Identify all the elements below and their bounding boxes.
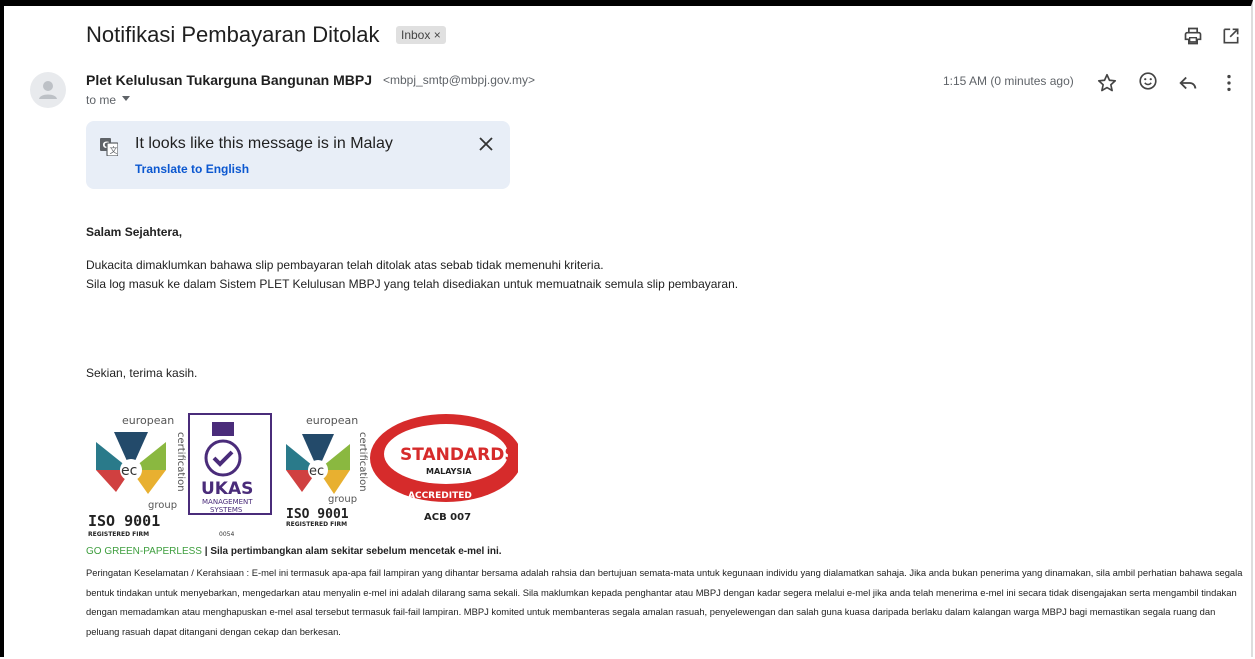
ukas-text: UKAS [201, 479, 253, 499]
translate-banner: G 文 It looks like this message is in Mal… [86, 121, 510, 189]
body-paragraph-2: Sila log masuk ke dalam Sistem PLET Kelu… [86, 277, 739, 291]
iso1-sub: REGISTERED FIRM [88, 531, 149, 538]
body-paragraph-1: Dukacita dimaklumkan bahawa slip pembaya… [86, 258, 604, 272]
iso2-text: ISO 9001 [286, 507, 349, 522]
translate-to-english-link[interactable]: Translate to English [135, 162, 249, 176]
accredited-text: ACCREDITED [408, 491, 472, 501]
chevron-down-icon[interactable] [122, 96, 130, 101]
star-icon[interactable] [1096, 72, 1118, 94]
close-icon[interactable] [478, 136, 494, 152]
ukas-num: 0054 [219, 531, 234, 538]
ec1-group-text: group [148, 500, 177, 511]
svg-text:ec: ec [309, 464, 324, 479]
svg-text:文: 文 [110, 145, 118, 155]
iso2-sub: REGISTERED FIRM [286, 521, 347, 528]
ukas-sub1: MANAGEMENT [202, 498, 253, 506]
open-in-new-icon[interactable] [1221, 26, 1241, 46]
iso1-text: ISO 9001 [88, 512, 160, 530]
go-green-label: GO GREEN-PAPERLESS [86, 546, 202, 557]
recipient-label[interactable]: to me [86, 93, 116, 107]
ec2-top-text: european [306, 414, 358, 427]
translate-icon: G 文 [100, 138, 118, 156]
emoji-icon[interactable] [1137, 70, 1159, 92]
standards-text: STANDARDS [400, 445, 517, 465]
green-note: Sila pertimbangkan alam sekitar sebelum … [210, 546, 502, 557]
print-icon[interactable] [1183, 26, 1203, 46]
reply-icon[interactable] [1177, 72, 1199, 94]
certification-logos: european ec certification group ISO 9001… [86, 412, 518, 538]
ec2-side-text: certification [357, 432, 368, 492]
sender-name: Plet Kelulusan Tukarguna Bangunan MBPJ [86, 72, 373, 88]
ec1-top-text: european [122, 414, 174, 427]
acb-text: ACB 007 [424, 512, 471, 523]
ukas-sub2: SYSTEMS [210, 506, 243, 514]
window-frame [0, 0, 1253, 657]
sender-email: <mbpj_smtp@mbpj.gov.my> [383, 73, 536, 87]
confidentiality-warning: Peringatan Keselamatan / Kerahsiaan : E-… [86, 567, 1243, 637]
greeting: Salam Sejahtera, [86, 225, 183, 239]
malaysia-text: MALAYSIA [426, 467, 472, 476]
svg-text:ec: ec [121, 463, 137, 479]
email-timestamp: 1:15 AM (0 minutes ago) [943, 74, 1074, 88]
ec1-side-text: certification [175, 432, 186, 492]
translate-message: It looks like this message is in Malay [135, 135, 393, 152]
avatar-icon [39, 81, 57, 99]
closing-line: Sekian, terima kasih. [86, 366, 198, 380]
sender-avatar[interactable] [30, 72, 66, 108]
green-notice: GO GREEN-PAPERLESS | Sila pertimbangkan … [86, 546, 502, 557]
more-vert-icon[interactable] [1218, 72, 1240, 94]
email-subject: Notifikasi Pembayaran Ditolak [86, 22, 380, 47]
inbox-label-chip[interactable]: Inbox × [396, 26, 446, 44]
ec2-group-text: group [328, 494, 357, 505]
